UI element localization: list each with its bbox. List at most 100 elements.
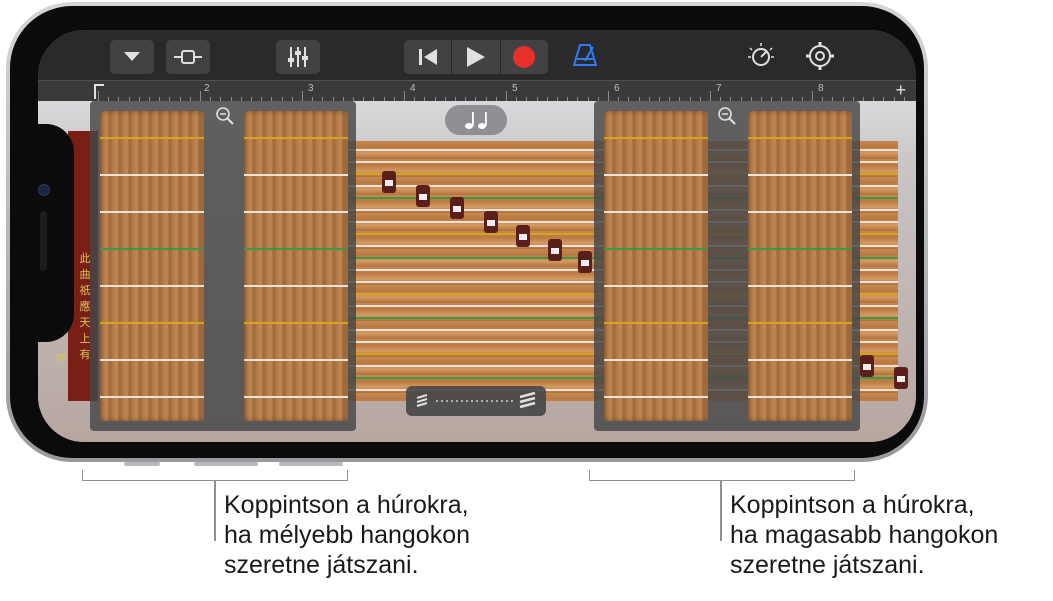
mixer-button[interactable] <box>276 40 320 74</box>
ruler-tick <box>812 91 813 101</box>
guzheng-instrument: 此 曲 祇 應 天 上 有 閑 <box>38 101 916 442</box>
ruler-tick <box>710 91 711 101</box>
panel-string[interactable] <box>748 322 852 324</box>
silent-switch <box>124 462 160 466</box>
metronome-icon <box>572 44 598 66</box>
panel-string[interactable] <box>100 248 204 250</box>
rewind-button[interactable] <box>404 40 451 74</box>
notes-button[interactable] <box>445 105 507 135</box>
panel-string[interactable] <box>748 174 852 176</box>
ruler-tick <box>404 91 405 101</box>
panel-string[interactable] <box>604 285 708 287</box>
panel-string[interactable] <box>244 396 348 398</box>
strum-dot <box>500 400 503 402</box>
metronome-button[interactable] <box>572 43 598 72</box>
high-string-strip-1[interactable] <box>604 111 708 421</box>
panel-string[interactable] <box>604 322 708 324</box>
right-callout-text: Koppintson a húrokra, ha magasabb hangok… <box>730 491 999 579</box>
high-strings-panel <box>594 101 860 431</box>
strum-dot <box>480 400 483 402</box>
panel-string[interactable] <box>604 396 708 398</box>
play-button[interactable] <box>451 40 501 74</box>
panel-string[interactable] <box>244 211 348 213</box>
add-section-button[interactable]: + <box>895 81 906 99</box>
record-icon <box>513 46 536 68</box>
settings-button[interactable] <box>806 42 834 75</box>
transport-controls <box>404 40 548 74</box>
browser-menu-button[interactable] <box>110 40 154 74</box>
panel-string[interactable] <box>100 322 204 324</box>
play-icon <box>466 47 485 67</box>
ruler-tick <box>98 91 99 101</box>
strum-dot <box>470 400 473 402</box>
right-callout-bracket <box>589 470 855 481</box>
strum-dot <box>450 400 453 402</box>
panel-string[interactable] <box>100 359 204 361</box>
control-bar <box>38 30 916 80</box>
zoom-out-icon[interactable] <box>216 107 234 125</box>
notes-icon <box>465 112 487 129</box>
strum-low-icon <box>416 394 427 407</box>
glissando-strip[interactable] <box>406 386 546 416</box>
panel-string[interactable] <box>100 396 204 398</box>
master-effects-button[interactable] <box>748 43 774 74</box>
string-bridge <box>860 355 874 377</box>
panel-string[interactable] <box>748 137 852 139</box>
iphone-frame: 2 3 4 5 6 7 8 + 此 曲 祇 應 天 上 有 閑 <box>6 2 928 462</box>
panel-string[interactable] <box>748 248 852 250</box>
panel-string[interactable] <box>244 359 348 361</box>
skip-back-icon <box>418 49 437 65</box>
ruler-number-3: 3 <box>308 83 314 94</box>
ruler-tick <box>302 91 303 101</box>
strum-dot <box>445 400 448 402</box>
gear-icon <box>806 42 834 70</box>
panel-string[interactable] <box>748 211 852 213</box>
string-bridge <box>894 367 908 389</box>
strum-dot <box>460 400 463 402</box>
panel-string[interactable] <box>244 285 348 287</box>
high-string-strip-2[interactable] <box>748 111 852 421</box>
view-toggle-button[interactable] <box>166 40 210 74</box>
panel-string[interactable] <box>604 211 708 213</box>
panel-string[interactable] <box>604 248 708 250</box>
strum-dot <box>495 400 498 402</box>
zoom-out-icon[interactable] <box>718 107 736 125</box>
panel-string[interactable] <box>748 396 852 398</box>
panel-string[interactable] <box>100 211 204 213</box>
panel-string[interactable] <box>100 137 204 139</box>
panel-string[interactable] <box>244 322 348 324</box>
panel-string[interactable] <box>604 359 708 361</box>
strum-dot <box>435 400 438 402</box>
strum-high-icon <box>519 392 535 409</box>
low-string-strip-1[interactable] <box>100 111 204 421</box>
ruler-number-2: 2 <box>204 83 210 94</box>
left-callout-bracket <box>82 470 348 481</box>
inscription-char-left: 閑 <box>56 353 67 366</box>
panel-string[interactable] <box>748 359 852 361</box>
ruler-number-5: 5 <box>512 83 518 94</box>
panel-string[interactable] <box>244 137 348 139</box>
ruler-tick <box>608 91 609 101</box>
panel-string[interactable] <box>100 174 204 176</box>
string-bridge <box>382 171 396 193</box>
ruler-number-6: 6 <box>614 83 620 94</box>
front-camera <box>38 184 50 196</box>
string-bridge <box>450 197 464 219</box>
record-button[interactable] <box>501 40 548 74</box>
low-string-strip-2[interactable] <box>244 111 348 421</box>
strum-dot <box>505 400 508 402</box>
strum-dot <box>490 400 493 402</box>
sliders-icon <box>288 47 308 67</box>
triangle-down-icon <box>124 52 140 61</box>
strum-dot <box>485 400 488 402</box>
panel-string[interactable] <box>244 174 348 176</box>
panel-string[interactable] <box>748 285 852 287</box>
panel-string[interactable] <box>604 137 708 139</box>
strum-dot <box>465 400 468 402</box>
timeline-ruler[interactable]: 2 3 4 5 6 7 8 + <box>38 80 916 101</box>
dial-icon <box>748 43 774 66</box>
panel-string[interactable] <box>100 285 204 287</box>
panel-string[interactable] <box>244 248 348 250</box>
panel-string[interactable] <box>604 174 708 176</box>
string-bridge <box>548 239 562 261</box>
